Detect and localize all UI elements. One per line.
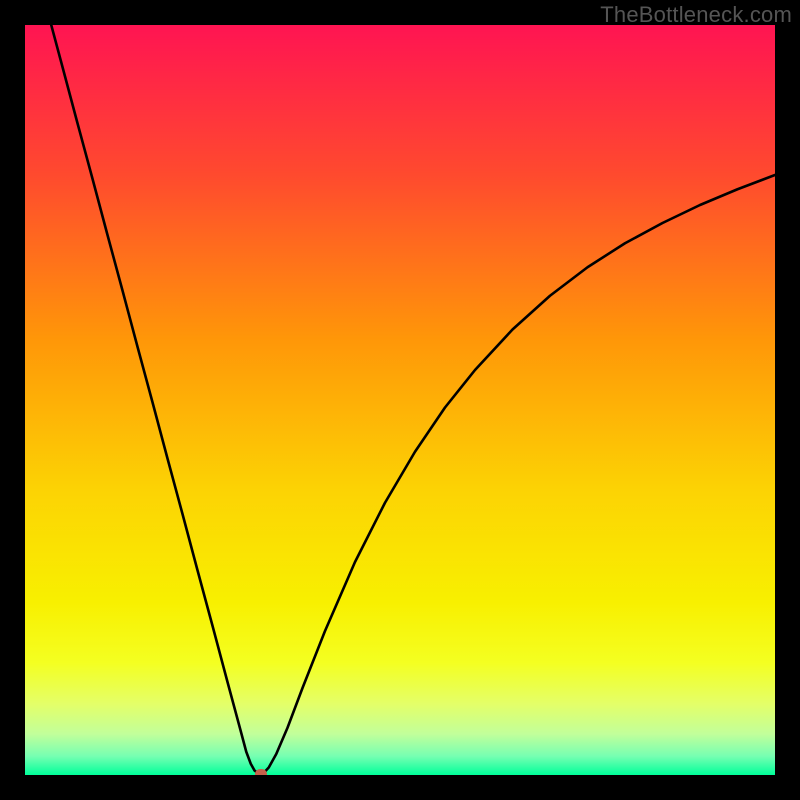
chart-frame: TheBottleneck.com <box>0 0 800 800</box>
watermark-text: TheBottleneck.com <box>600 2 792 28</box>
bottleneck-curve <box>25 25 775 775</box>
plot-area <box>25 25 775 775</box>
minimum-marker <box>255 769 267 775</box>
